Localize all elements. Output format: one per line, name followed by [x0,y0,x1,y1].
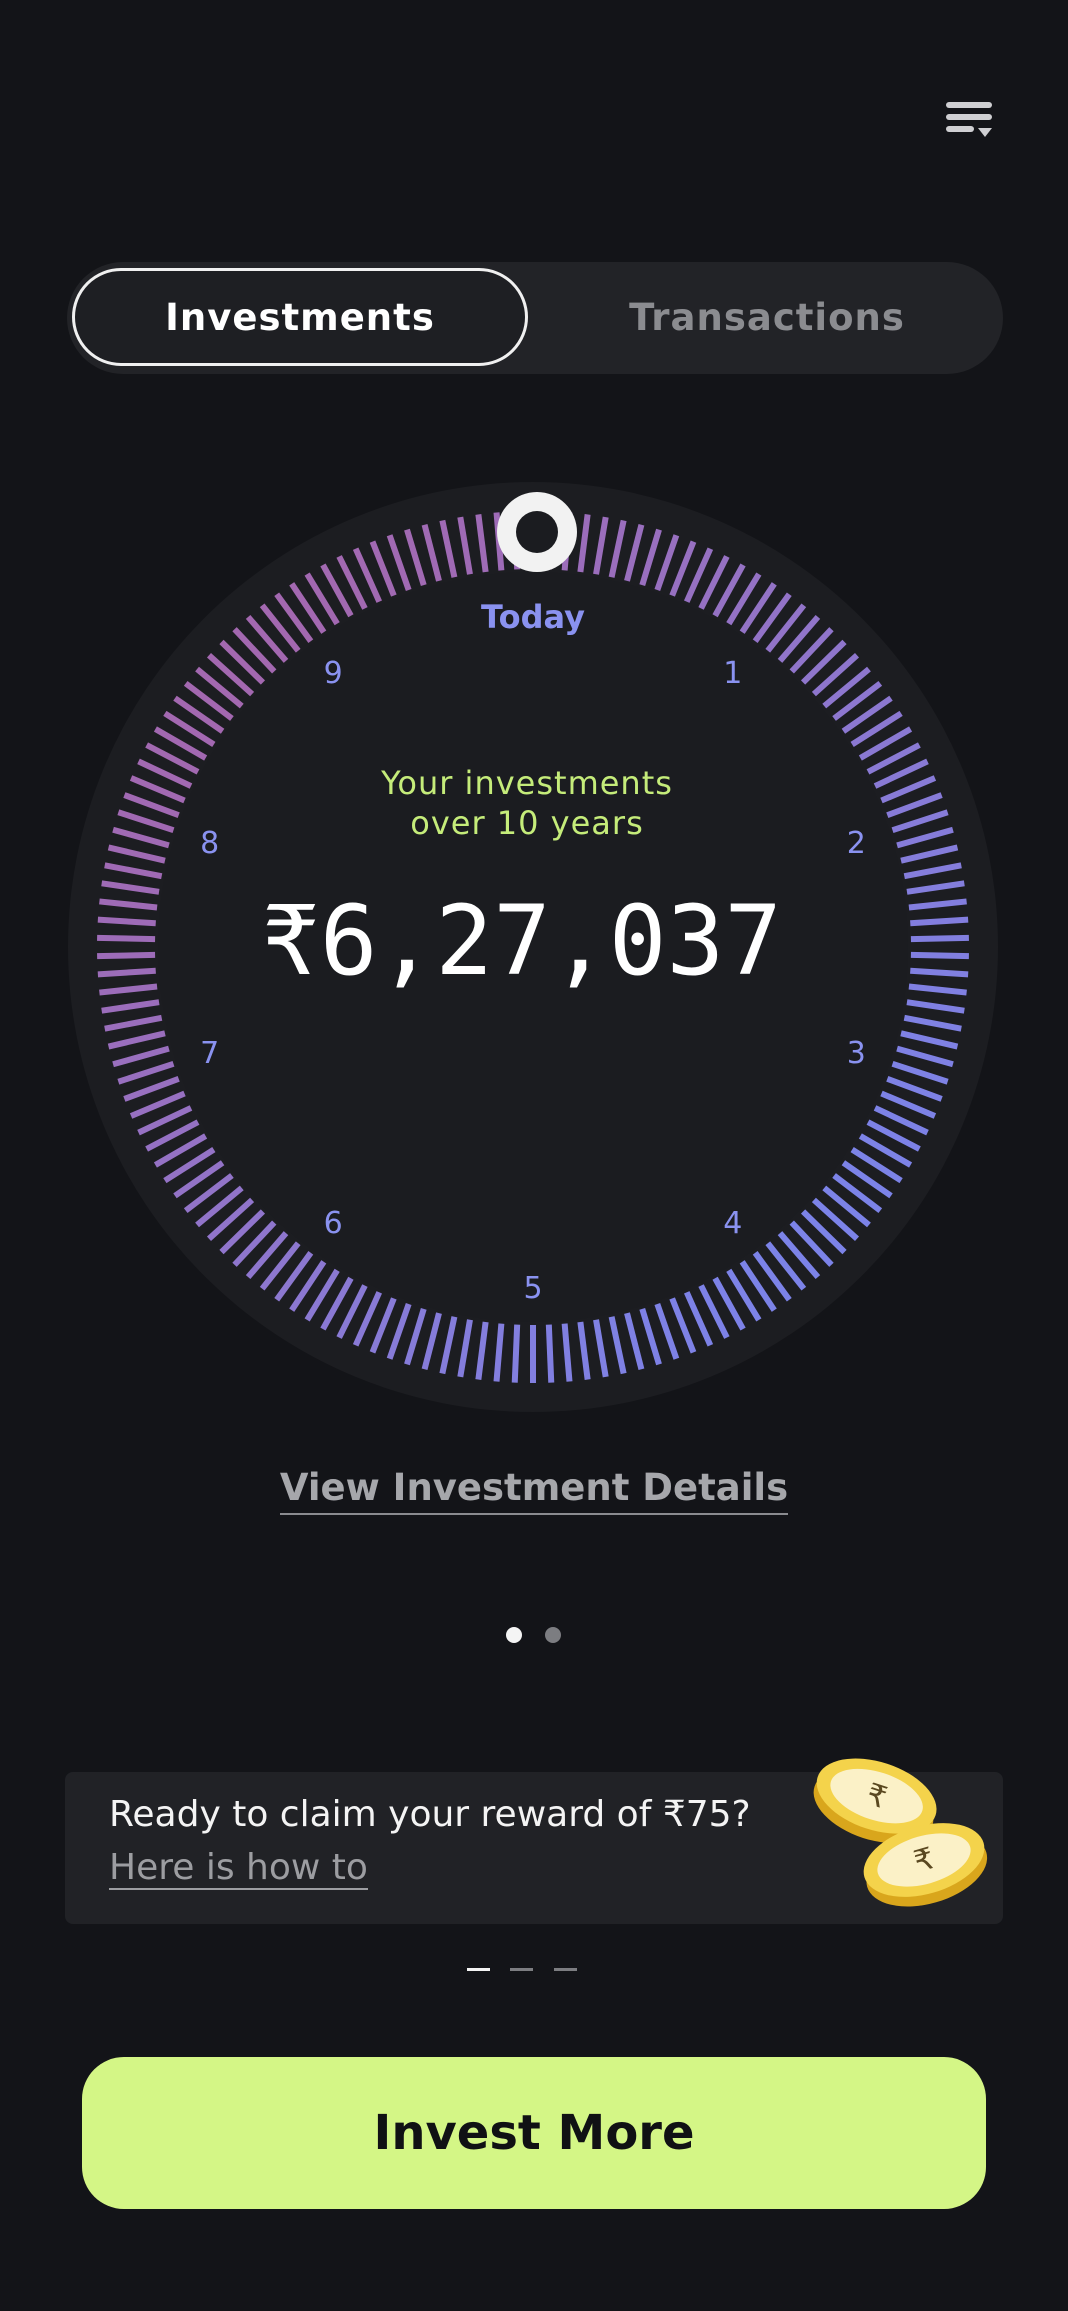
today-marker-knob[interactable] [497,492,577,572]
dial-tick [97,934,156,943]
view-investment-details-link[interactable]: View Investment Details [279,1466,789,1515]
dial-year-label: 6 [324,1206,343,1241]
dial-year-label: 3 [847,1036,866,1071]
investment-dial: 1 2 3 4 5 6 7 8 9 Today Your investments over 10… [68,482,998,1412]
gold-coins-icon: ₹ ₹ [813,1758,988,1907]
dial-year-label: 8 [200,826,219,861]
reward-title: Ready to claim your reward of ₹75? [109,1794,751,1835]
dial-year-label: 9 [324,656,343,691]
dial-tick [910,967,969,978]
dial-tick [97,916,156,927]
carousel-indicator[interactable] [510,1968,533,1971]
dial-year-label: 5 [523,1271,542,1306]
carousel-indicator-active[interactable] [467,1968,490,1971]
reward-how-to-link[interactable]: Here is how to [109,1848,368,1890]
dial-year-label: 2 [847,826,866,861]
segmented-tabs: Investments Transactions [67,262,1003,374]
dial-tick [910,934,969,943]
pager-dot-active[interactable] [506,1627,522,1643]
investments-caption-line2: over 10 years [410,804,643,842]
investment-amount: ₹6,27,037 [262,885,782,997]
pager-dot[interactable] [545,1627,561,1643]
dial-year-label: 1 [723,656,742,691]
dial-tick [97,951,156,960]
investments-caption-line1: Your investments [380,764,673,802]
dial-year-label: 7 [200,1036,219,1071]
view-investment-details-container: View Investment Details [0,1466,1068,1515]
dial-tick [545,1324,555,1383]
dial-year-label: 4 [723,1206,742,1241]
carousel-indicator[interactable] [554,1968,577,1971]
dial-tick [97,967,156,978]
dial-tick [910,916,969,927]
dial-tick [511,1324,521,1383]
filter-menu-icon[interactable] [938,96,1000,148]
invest-more-button[interactable]: Invest More [82,2057,986,2209]
dial-tick [910,951,969,960]
tab-transactions[interactable]: Transactions [537,268,997,366]
today-label: Today [481,598,585,636]
tab-investments[interactable]: Investments [72,268,528,366]
